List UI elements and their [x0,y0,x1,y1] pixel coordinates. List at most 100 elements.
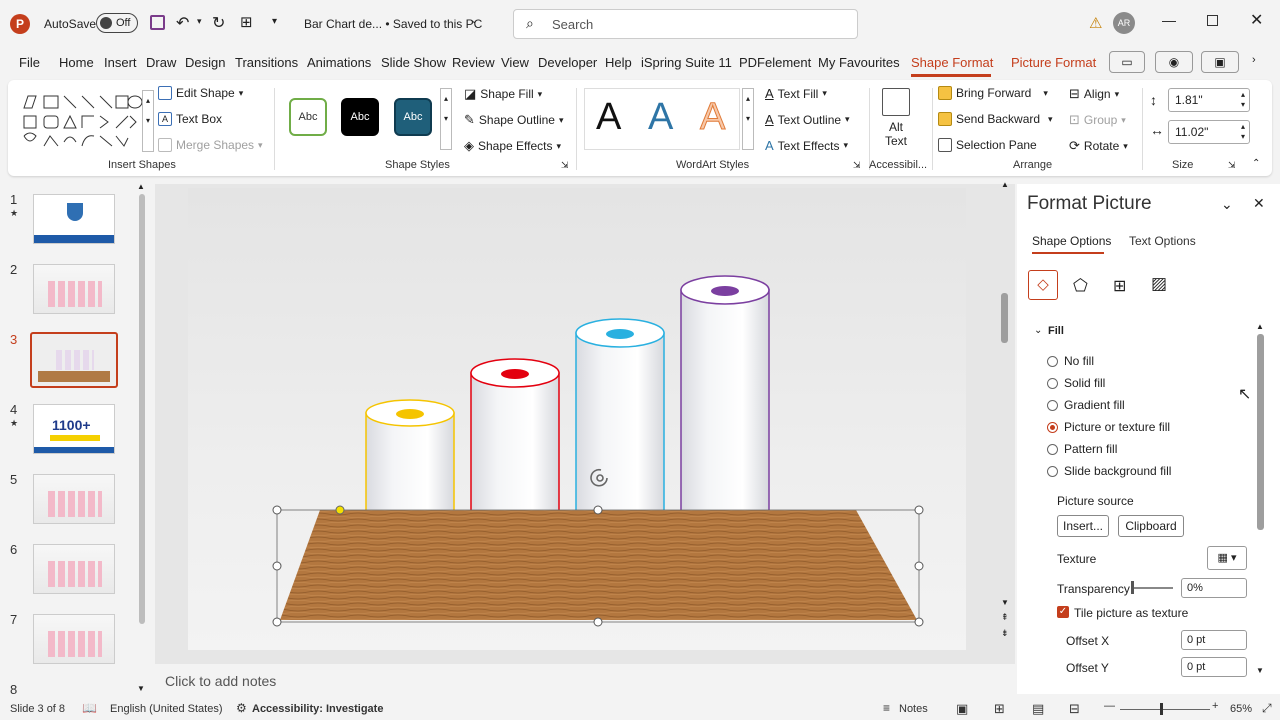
shape-style-green[interactable]: Abc [289,98,327,136]
insert-picture-button[interactable]: Insert... [1057,515,1109,537]
cylinder-yellow[interactable] [365,399,455,514]
edit-shape-button[interactable]: Edit Shape ▾ [158,86,243,100]
ribbon-scroll-icon[interactable]: › [1252,54,1256,66]
normal-view-icon[interactable]: ▣ [956,701,968,717]
gradient-fill-option[interactable]: Gradient fill [1047,398,1125,412]
notes-icon[interactable]: ≡ [883,701,890,715]
slide-background-fill-radio[interactable] [1047,465,1058,477]
text-effects-button[interactable]: A Text Effects ▾ [765,138,848,153]
gradient-fill-radio[interactable] [1047,399,1058,411]
spinner-icon[interactable]: ▴ ▾ [1241,122,1245,142]
present-icon[interactable]: ⊞ [240,13,253,31]
tab-review[interactable]: Review [452,55,495,70]
tab-ispring[interactable]: iSpring Suite 11 [641,55,732,70]
text-fill-button[interactable]: A Text Fill ▾ [765,86,827,101]
cylinder-purple[interactable] [680,275,770,514]
size-properties-icon[interactable]: ⊞ [1113,276,1126,296]
zoom-out-icon[interactable]: — [1104,700,1115,712]
collapse-ribbon-icon[interactable]: ⌃ [1252,158,1260,169]
tab-transitions[interactable]: Transitions [235,55,298,70]
fill-line-icon[interactable]: ◇ [1028,270,1058,300]
group-button[interactable]: ⊡ Group ▾ [1069,112,1126,128]
align-button[interactable]: ⊟ Align ▾ [1069,86,1119,102]
send-backward-button[interactable]: Send Backward ▾ [938,112,1053,126]
thumbnail-scrollbar[interactable] [139,194,145,624]
text-box-button[interactable]: A Text Box [158,112,222,126]
notes-book-icon[interactable]: 📖 [82,701,97,715]
bring-forward-button[interactable]: Bring Forward ▾ [938,86,1048,100]
comments-button[interactable]: ▭ [1109,51,1145,73]
next-slide-icon[interactable]: ⇟ [1001,628,1009,639]
transparency-slider[interactable] [1131,587,1173,589]
notes-toggle[interactable]: Notes [899,703,928,715]
wordart-gallery-scroll[interactable]: ▴ ▾ [742,88,754,150]
dialog-launcher-icon[interactable]: ⇲ [561,160,569,171]
tab-help[interactable]: Help [605,55,632,70]
no-fill-option[interactable]: No fill [1047,354,1094,368]
slide-thumbnail-4[interactable]: 1100+ [33,404,115,454]
slide-show-icon[interactable]: ⊟ [1069,701,1080,717]
record-button[interactable]: ◉ [1155,51,1193,73]
tab-view[interactable]: View [501,55,529,70]
picture-fill-option[interactable]: Picture or texture fill [1047,420,1170,434]
teams-share-button[interactable]: ▣ [1201,51,1239,73]
tab-text-options[interactable]: Text Options [1129,234,1196,248]
tab-shape-format[interactable]: Shape Format [911,55,993,70]
cylinder-blue[interactable] [575,318,665,514]
warning-icon[interactable]: ⚠ [1089,14,1102,32]
document-title[interactable]: Bar Chart de... • Saved to this PC [304,17,482,31]
language[interactable]: English (United States) [110,703,223,715]
slide-thumbnail-7[interactable] [33,614,115,664]
pane-scrollbar[interactable] [1257,334,1264,530]
close-icon[interactable]: ✕ [1250,10,1263,30]
zoom-slider[interactable] [1120,709,1210,710]
dialog-launcher-icon[interactable]: ⇲ [1228,160,1236,171]
fit-slide-icon[interactable]: ⤢ [1262,701,1272,716]
solid-fill-option[interactable]: Solid fill [1047,376,1105,390]
merge-shapes-button[interactable]: Merge Shapes ▾ [158,138,263,152]
zoom-in-icon[interactable]: + [1212,700,1218,712]
tab-home[interactable]: Home [59,55,94,70]
accessibility-status[interactable]: Accessibility: Investigate [252,703,383,715]
tab-pdfelement[interactable]: PDFelement [739,55,811,70]
accessibility-icon[interactable]: ⚙ [236,701,247,715]
customize-toolbar-icon[interactable]: ▾ [272,16,277,27]
no-fill-radio[interactable] [1047,355,1058,367]
close-pane-icon[interactable]: ✕ [1253,195,1265,212]
selection-pane-button[interactable]: Selection Pane [938,138,1037,152]
avatar[interactable]: AR [1113,12,1135,34]
canvas-vertical-scrollbar[interactable] [1001,293,1008,343]
tab-developer[interactable]: Developer [538,55,597,70]
wood-table-top[interactable] [280,510,917,620]
fill-section-heading[interactable]: Fill [1048,325,1064,337]
shape-style-blue[interactable]: Abc [394,98,432,136]
wordart-orange-outline[interactable]: A [699,96,725,139]
tab-slide-show[interactable]: Slide Show [381,55,446,70]
tab-file[interactable]: File [19,55,40,70]
tab-shape-options[interactable]: Shape Options [1032,234,1111,248]
shape-styles-gallery-scroll[interactable]: ▴ ▾ [440,88,452,150]
zoom-slider-thumb[interactable] [1160,703,1163,715]
text-outline-button[interactable]: A Text Outline ▾ [765,112,850,127]
slide-thumbnail-3[interactable] [30,332,118,388]
shape-outline-button[interactable]: ✎ Shape Outline ▾ [464,112,564,128]
clipboard-button[interactable]: Clipboard [1118,515,1184,537]
tab-draw[interactable]: Draw [146,55,176,70]
transparency-slider-thumb[interactable] [1131,581,1134,594]
zoom-level[interactable]: 65% [1230,703,1252,715]
scroll-up-icon[interactable]: ▲ [1256,322,1264,331]
shape-fill-button[interactable]: ◪ Shape Fill ▾ [464,86,542,102]
previous-slide-icon[interactable]: ⇞ [1001,612,1009,623]
shape-style-black[interactable]: Abc [341,98,379,136]
tile-checkbox[interactable]: ✓ [1057,606,1069,618]
chevron-down-icon[interactable]: ▾ [197,16,202,27]
alt-text-button[interactable]: Alt Text [878,86,914,152]
pattern-fill-option[interactable]: Pattern fill [1047,442,1117,456]
tab-my-favourites[interactable]: My Favourites [818,55,900,70]
picture-icon[interactable]: ▨ [1151,274,1167,294]
tab-insert[interactable]: Insert [104,55,137,70]
save-icon[interactable] [150,15,165,30]
width-field[interactable]: 11.02" ▴ ▾ [1168,120,1250,144]
tab-picture-format[interactable]: Picture Format [1011,55,1096,70]
chevron-down-icon[interactable]: ⌄ [470,15,478,26]
